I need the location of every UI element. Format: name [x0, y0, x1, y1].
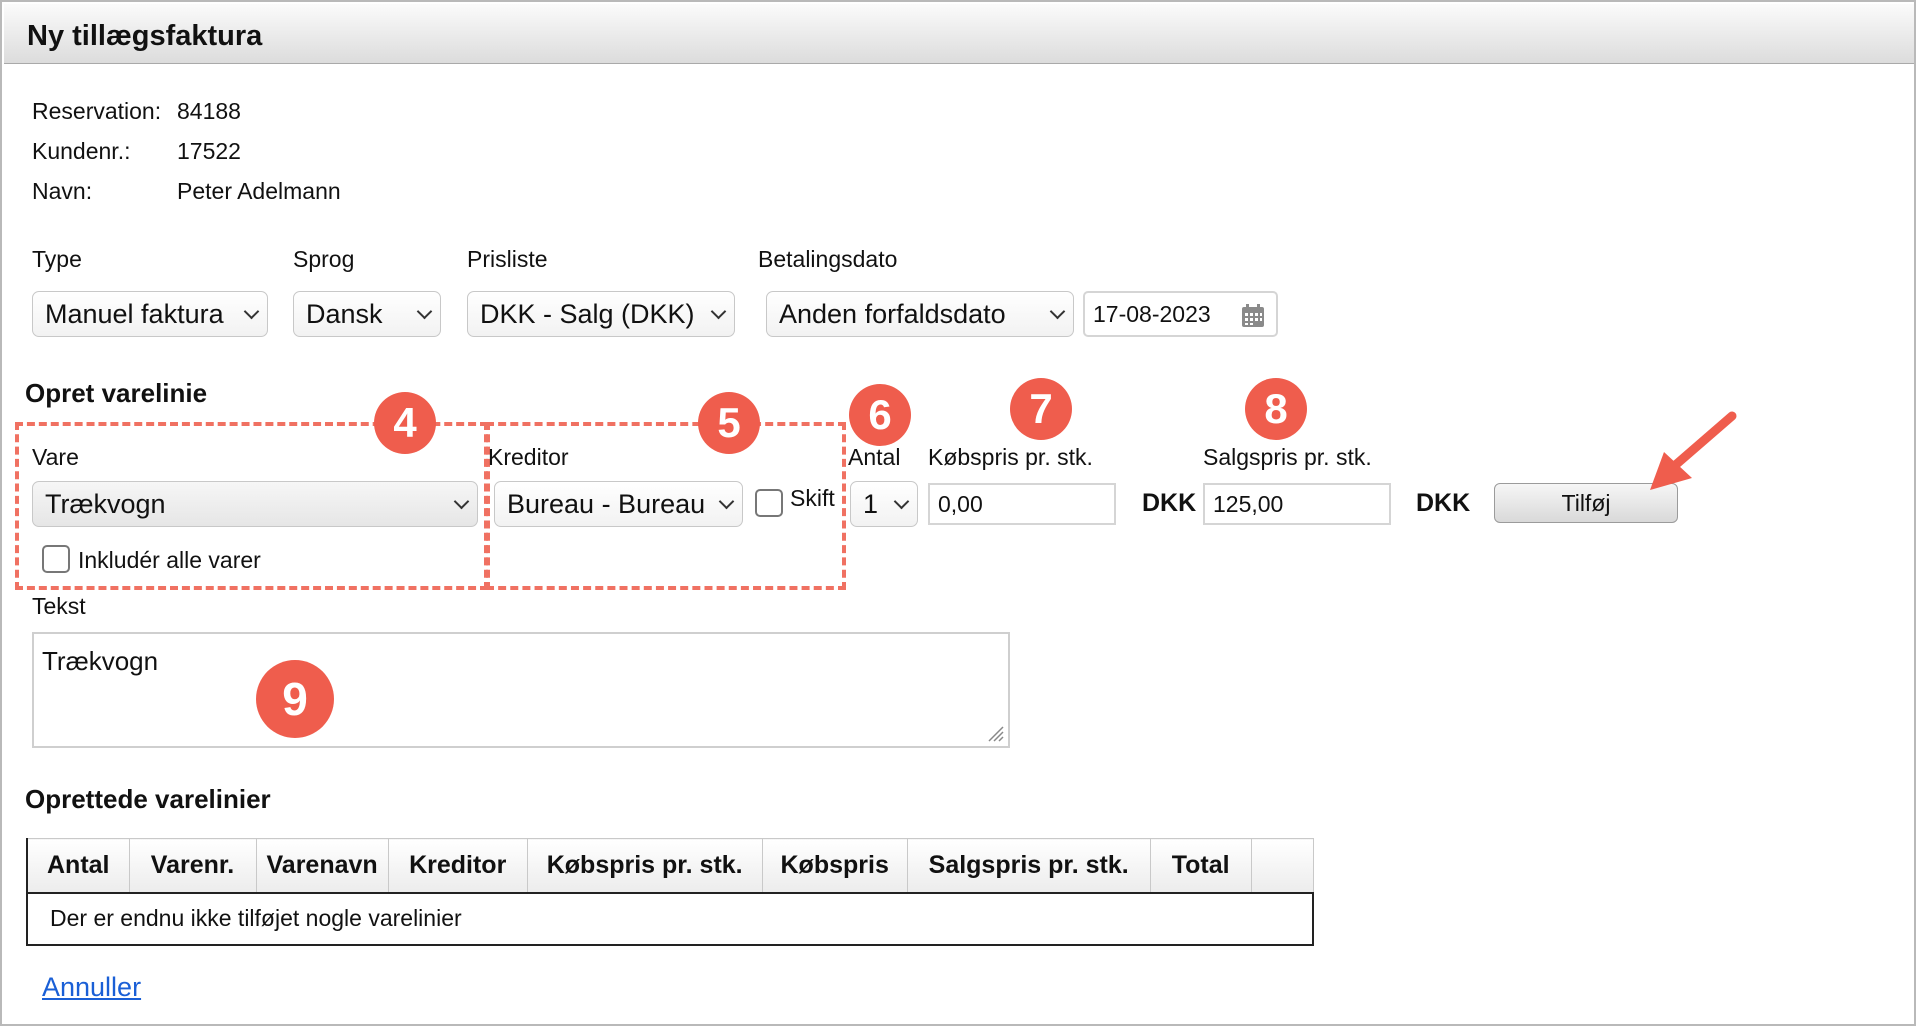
betalingsdato-select[interactable]: Anden forfaldsdato	[766, 291, 1074, 337]
table-row: Der er endnu ikke tilføjet nogle varelin…	[26, 892, 1314, 946]
annotation-badge-5: 5	[698, 392, 760, 454]
chevron-down-icon	[710, 303, 727, 320]
betalingsdato-select-value: Anden forfaldsdato	[779, 298, 1006, 329]
annotation-arrow-icon	[1650, 411, 1737, 490]
dialog-title: Ny tillægsfaktura	[27, 20, 263, 52]
prisliste-select-value: DKK - Salg (DKK)	[480, 298, 695, 329]
kreditor-label: Kreditor	[488, 444, 569, 470]
type-select[interactable]: Manuel faktura	[32, 291, 268, 337]
antal-select-value: 1	[863, 488, 879, 519]
navn-value: Peter Adelmann	[177, 178, 341, 204]
column-header: Varenavn	[255, 838, 389, 894]
tekst-textarea[interactable]: Trækvogn	[32, 632, 1010, 748]
items-table: Antal Varenr. Varenavn Kreditor Købspris…	[26, 838, 1314, 946]
tekst-textarea-value: Trækvogn	[42, 646, 159, 676]
skift-checkbox[interactable]	[755, 489, 783, 517]
kreditor-select[interactable]: Bureau - Bureau	[494, 481, 743, 527]
antal-label: Antal	[848, 444, 901, 470]
kobspris-input[interactable]: 0,00	[928, 483, 1116, 525]
skift-label: Skift	[790, 485, 835, 511]
cancel-link[interactable]: Annuller	[42, 972, 141, 1003]
column-header: Antal	[26, 838, 129, 894]
salgspris-label: Salgspris pr. stk.	[1203, 444, 1372, 470]
chevron-down-icon	[1049, 303, 1066, 320]
vare-select[interactable]: Trækvogn	[32, 481, 478, 527]
title-bar: Ny tillægsfaktura	[4, 4, 1914, 64]
kundenr-value: 17522	[177, 138, 241, 164]
type-select-value: Manuel faktura	[45, 298, 224, 329]
prisliste-label: Prisliste	[467, 246, 548, 272]
vare-label: Vare	[32, 444, 79, 470]
kobspris-label: Købspris pr. stk.	[928, 444, 1093, 470]
resize-grip-icon[interactable]	[983, 721, 1005, 743]
salgspris-input[interactable]: 125,00	[1203, 483, 1391, 525]
table-header-row: Antal Varenr. Varenavn Kreditor Købspris…	[26, 838, 1314, 894]
column-header: Total	[1149, 838, 1252, 894]
due-date-value: 17-08-2023	[1093, 300, 1211, 327]
salgspris-input-value: 125,00	[1213, 490, 1284, 517]
annotation-badge-7: 7	[1010, 378, 1072, 440]
annotation-badge-8: 8	[1245, 378, 1307, 440]
navn-label: Navn:	[32, 178, 93, 204]
annotation-badge-9: 9	[256, 660, 334, 738]
type-label: Type	[32, 246, 82, 272]
column-header: Købspris pr. stk.	[526, 838, 763, 894]
sprog-label: Sprog	[293, 246, 355, 272]
kobspris-currency: DKK	[1142, 489, 1197, 517]
tekst-label: Tekst	[32, 593, 86, 619]
annotation-badge-4: 4	[374, 392, 436, 454]
empty-table-message: Der er endnu ikke tilføjet nogle varelin…	[26, 892, 1314, 946]
column-header: Varenr.	[128, 838, 256, 894]
prisliste-select[interactable]: DKK - Salg (DKK)	[467, 291, 735, 337]
chevron-down-icon	[416, 303, 433, 320]
calendar-icon[interactable]	[1240, 303, 1266, 329]
opret-heading: Opret varelinie	[25, 378, 208, 408]
kreditor-select-value: Bureau - Bureau	[507, 488, 706, 519]
reservation-value: 84188	[177, 98, 241, 124]
salgspris-currency: DKK	[1416, 489, 1471, 517]
due-date-input[interactable]: 17-08-2023	[1083, 291, 1278, 337]
include-all-checkbox[interactable]	[42, 545, 70, 573]
reservation-label: Reservation:	[32, 98, 162, 124]
betalingsdato-label: Betalingsdato	[758, 246, 898, 272]
antal-select[interactable]: 1	[850, 481, 918, 527]
kobspris-input-value: 0,00	[938, 490, 983, 517]
sprog-select[interactable]: Dansk	[293, 291, 441, 337]
column-header	[1250, 838, 1314, 894]
table-heading: Oprettede varelinier	[25, 784, 271, 814]
column-header: Kreditor	[387, 838, 528, 894]
vare-select-value: Trækvogn	[45, 488, 166, 519]
column-header: Købspris	[761, 838, 908, 894]
sprog-select-value: Dansk	[306, 298, 383, 329]
chevron-down-icon	[893, 493, 910, 510]
include-all-label: Inkludér alle varer	[78, 547, 261, 573]
chevron-down-icon	[243, 303, 260, 320]
chevron-down-icon	[453, 493, 470, 510]
chevron-down-icon	[718, 493, 735, 510]
annotation-badge-6: 6	[849, 384, 911, 446]
kundenr-label: Kundenr.:	[32, 138, 131, 164]
column-header: Salgspris pr. stk.	[906, 838, 1151, 894]
